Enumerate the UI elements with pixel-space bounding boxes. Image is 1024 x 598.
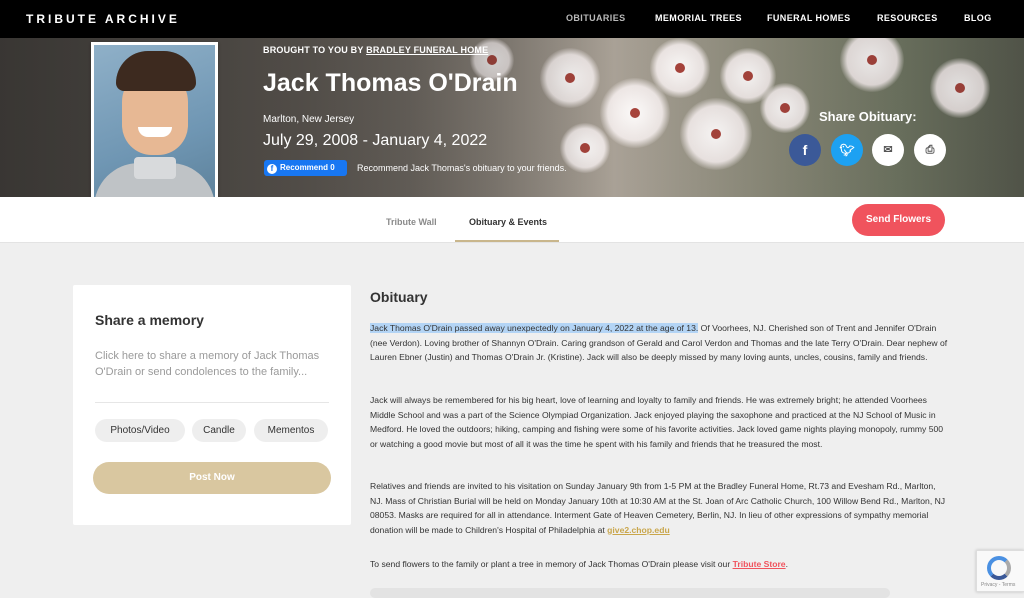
funeral-home-link[interactable]: BRADLEY FUNERAL HOME: [366, 45, 488, 55]
recaptcha-badge[interactable]: Privacy - Terms: [976, 550, 1024, 592]
tab-tribute-wall[interactable]: Tribute Wall: [386, 217, 437, 227]
share-print-button[interactable]: ⎙: [914, 134, 946, 166]
nav-blog[interactable]: BLOG: [964, 13, 992, 23]
nav-resources[interactable]: RESOURCES: [877, 13, 938, 23]
tribute-store-link[interactable]: Tribute Store: [733, 559, 786, 569]
recaptcha-links[interactable]: Privacy - Terms: [981, 582, 1015, 588]
brought-by: BROUGHT TO YOU BY BRADLEY FUNERAL HOME: [263, 45, 489, 55]
obituary-heading: Obituary: [370, 289, 428, 305]
candle-button[interactable]: Candle: [192, 419, 246, 442]
location: Marlton, New Jersey: [263, 114, 355, 125]
photos-video-button[interactable]: Photos/Video: [95, 419, 185, 442]
obituary-paragraph: Jack Thomas O'Drain passed away unexpect…: [370, 323, 948, 362]
decedent-name: Jack Thomas O'Drain: [263, 69, 518, 97]
divider: [95, 402, 329, 403]
obituary-paragraph: Jack will always be remembered for his b…: [370, 395, 944, 449]
share-memory-card: Share a memory Click here to share a mem…: [73, 285, 351, 525]
memory-input[interactable]: Click here to share a memory of Jack Tho…: [95, 348, 327, 380]
share-twitter-button[interactable]: 🐦︎: [831, 134, 863, 166]
recommend-text: Recommend Jack Thomas's obituary to your…: [357, 163, 567, 173]
post-now-button[interactable]: Post Now: [93, 462, 331, 494]
mementos-button[interactable]: Mementos: [254, 419, 328, 442]
portrait-photo: [91, 42, 218, 209]
active-tab-indicator: [455, 240, 559, 242]
nav-memorial-trees[interactable]: MEMORIAL TREES: [655, 13, 742, 23]
top-navigation: TRIBUTE ARCHIVE OBITUARIES MEMORIAL TREE…: [0, 0, 1024, 38]
donation-link[interactable]: give2.chop.edu: [607, 525, 670, 535]
facebook-icon: f: [267, 164, 277, 174]
facebook-icon: f: [802, 142, 808, 158]
share-email-button[interactable]: ✉: [872, 134, 904, 166]
nav-obituaries[interactable]: OBITUARIES: [566, 13, 626, 23]
email-icon: ✉: [883, 144, 893, 156]
memory-title: Share a memory: [95, 312, 204, 328]
nav-funeral-homes[interactable]: FUNERAL HOMES: [767, 13, 851, 23]
recaptcha-icon: [987, 556, 1011, 580]
next-section-edge: [370, 588, 890, 598]
tab-obituary-events[interactable]: Obituary & Events: [469, 217, 547, 227]
twitter-icon: 🐦︎: [839, 143, 855, 157]
print-icon: ⎙: [925, 144, 935, 156]
share-facebook-button[interactable]: f: [789, 134, 821, 166]
obituary-paragraph: Relatives and friends are invited to his…: [370, 481, 946, 535]
life-dates: July 29, 2008 - January 4, 2022: [263, 132, 488, 149]
send-flowers-button[interactable]: Send Flowers: [852, 204, 945, 236]
obituary-paragraph: To send flowers to the family or plant a…: [370, 559, 788, 569]
share-label: Share Obituary:: [819, 109, 917, 124]
selected-text: Jack Thomas O'Drain passed away unexpect…: [370, 323, 699, 333]
site-logo[interactable]: TRIBUTE ARCHIVE: [26, 12, 180, 26]
facebook-recommend-button[interactable]: f Recommend 0: [264, 160, 347, 176]
